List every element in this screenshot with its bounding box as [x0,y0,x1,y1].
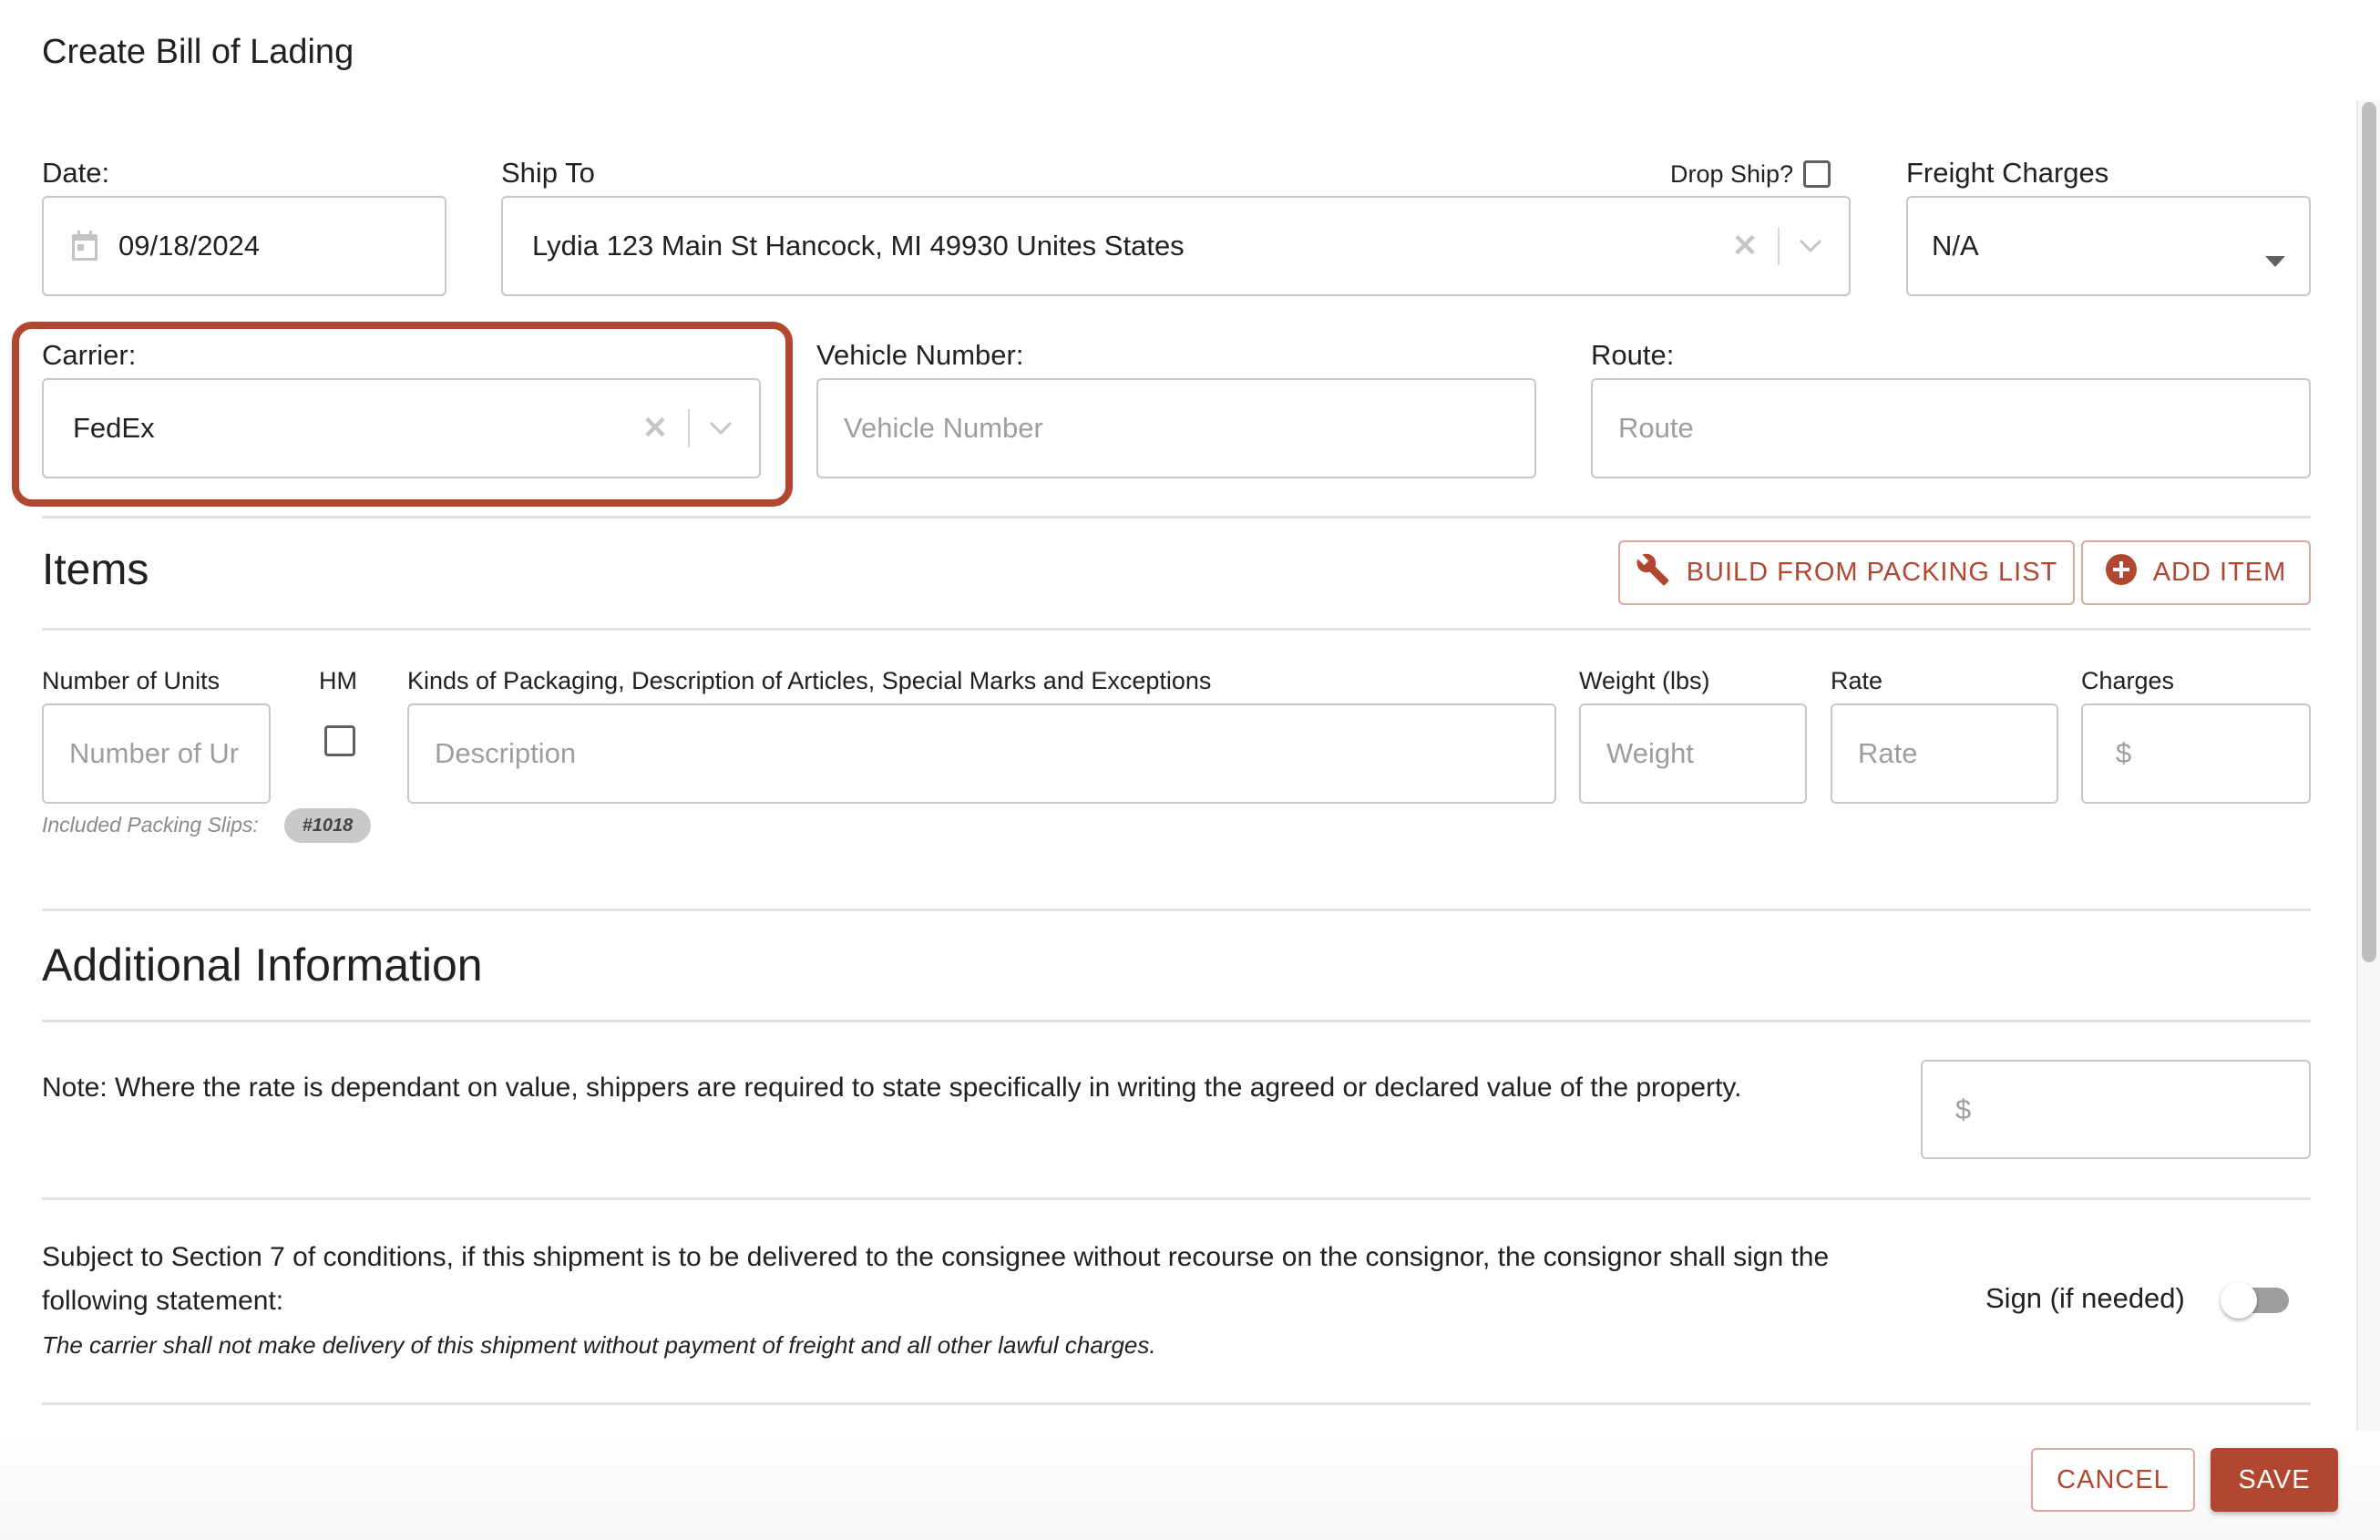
cancel-button[interactable]: CANCEL [2031,1448,2195,1512]
rate-placeholder: Rate [1858,737,1918,769]
dialog-title: Create Bill of Lading [42,33,354,71]
date-value: 09/18/2024 [118,230,261,262]
carrier-statement: The carrier shall not make delivery of t… [42,1331,1156,1359]
divider [42,516,2311,518]
rate-input[interactable]: Rate [1831,703,2058,804]
scrollbar-thumb[interactable] [2362,102,2376,962]
add-circle-icon [2105,553,2137,592]
weight-input[interactable]: Weight [1579,703,1807,804]
carrier-value: FedEx [73,412,155,444]
route-label: Route: [1591,339,1675,371]
build-from-packing-list-button[interactable]: BUILD FROM PACKING LIST [1618,540,2075,605]
units-column-label: Number of Units [42,667,221,694]
hm-checkbox[interactable] [324,725,355,756]
sign-label: Sign (if needed) [1985,1282,2185,1314]
weight-placeholder: Weight [1606,737,1694,769]
clear-icon[interactable]: ✕ [1727,228,1763,264]
route-placeholder: Route [1618,412,1694,444]
carrier-select[interactable]: FedEx ✕ [42,378,761,478]
date-input[interactable]: 09/18/2024 [42,196,446,296]
divider [42,628,2311,631]
freight-charges-select[interactable]: N/A [1906,196,2311,296]
divider [42,1402,2311,1405]
footer-shade [0,1431,2380,1540]
vehicle-number-placeholder: Vehicle Number [844,412,1043,444]
packing-slips-label: Included Packing Slips: [42,813,259,837]
ship-to-label: Ship To [501,157,595,189]
chevron-down-icon[interactable] [1792,228,1829,264]
freight-charges-label: Freight Charges [1906,157,2109,189]
weight-column-label: Weight (lbs) [1579,667,1710,694]
carrier-label: Carrier: [42,339,137,371]
dropdown-arrow-icon [2265,241,2285,274]
save-button[interactable]: SAVE [2211,1448,2338,1512]
charges-prefix: $ [2116,737,2132,769]
divider [42,1197,2311,1200]
charges-input[interactable]: $ [2081,703,2311,804]
items-heading: Items [42,546,149,594]
route-input[interactable]: Route [1591,378,2311,478]
divider [42,1020,2311,1022]
packing-slip-chip[interactable]: #1018 [284,808,371,843]
sign-toggle-knob[interactable] [2221,1282,2257,1319]
select-separator [1778,227,1780,265]
description-placeholder: Description [435,737,577,769]
ship-to-value: Lydia 123 Main St Hancock, MI 49930 Unit… [532,230,1185,262]
declared-value-note: Note: Where the rate is dependant on val… [42,1073,1742,1103]
select-separator [688,409,690,447]
units-placeholder: Number of Ur [69,737,240,769]
declared-value-prefix: $ [1955,1093,1972,1125]
clear-icon[interactable]: ✕ [637,410,673,447]
drop-ship-checkbox[interactable] [1803,160,1831,188]
description-column-label: Kinds of Packaging, Description of Artic… [407,667,1212,694]
chevron-down-icon[interactable] [703,410,739,447]
description-input[interactable]: Description [407,703,1556,804]
section7-text: Subject to Section 7 of conditions, if t… [42,1242,1830,1316]
ship-to-select[interactable]: Lydia 123 Main St Hancock, MI 49930 Unit… [501,196,1851,296]
calendar-icon [71,231,98,262]
rate-column-label: Rate [1831,667,1883,694]
declared-value-input[interactable]: $ [1921,1060,2311,1159]
vehicle-number-label: Vehicle Number: [816,339,1024,371]
divider [42,909,2311,911]
add-item-label: ADD ITEM [2152,558,2287,587]
units-input[interactable]: Number of Ur [42,703,271,804]
build-button-label: BUILD FROM PACKING LIST [1686,558,2058,587]
charges-column-label: Charges [2081,667,2175,694]
add-item-button[interactable]: ADD ITEM [2081,540,2311,605]
additional-information-heading: Additional Information [42,939,483,991]
freight-charges-value: N/A [1932,230,1979,262]
drop-ship-label: Drop Ship? [1670,160,1794,188]
hm-column-label: HM [319,667,357,694]
vehicle-number-input[interactable]: Vehicle Number [816,378,1536,478]
date-label: Date: [42,157,110,189]
wrench-icon [1636,552,1670,594]
